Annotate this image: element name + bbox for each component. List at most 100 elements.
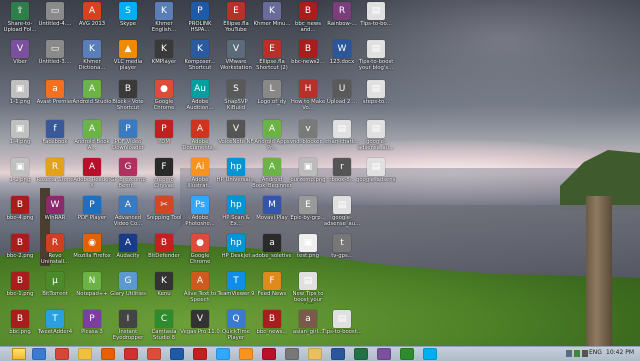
desktop-icon-label: HP Scan & Ex... (222, 215, 250, 227)
desktop-icon-label: 1-2.png (9, 177, 31, 183)
volume-icon[interactable] (582, 350, 588, 357)
taskbar-firefox-icon[interactable] (101, 348, 115, 360)
desktop-icon-label: Adobe Photosho... (185, 215, 215, 227)
desktop-app-icon: ▭ (46, 40, 64, 58)
desktop-icon-label: Tips-to-boost your blog's... (358, 59, 394, 71)
desktop-icon-label: 1-4.png (9, 139, 31, 145)
desktop-icon-label: PROLINK HSPA... (188, 21, 212, 33)
desktop-icon[interactable]: T TweetAdder4 (35, 310, 75, 346)
desktop-icon-label: bbc_news... (256, 329, 288, 335)
desktop-icon[interactable]: ▭ Untitled-3.... (35, 40, 75, 84)
taskbar-excel-icon[interactable] (354, 348, 368, 360)
taskbar-skype-icon[interactable] (423, 348, 437, 360)
desktop-icon-label: bbc-1.png (6, 291, 34, 297)
desktop-icon[interactable]: K KMPlayer (144, 40, 184, 84)
network-icon[interactable] (574, 350, 580, 357)
desktop-icon-label: Share-to-Upload Fol... (3, 21, 37, 33)
taskbar-player-icon[interactable] (170, 348, 184, 360)
desktop-icon-label: bbc-4.png (6, 215, 34, 221)
desktop-app-icon: W (333, 40, 351, 58)
desktop-icon[interactable]: ▣ 1-1.png (0, 80, 40, 124)
desktop-icon-label: TeamViewer 9 (217, 291, 255, 297)
desktop-icon[interactable]: L Logo of_dy (252, 80, 292, 124)
desktop-icon[interactable]: Q QuickTime Player (216, 310, 256, 346)
clock[interactable]: 10:42 PM (606, 349, 634, 356)
desktop-icon[interactable]: K Khmer Dictiona... (72, 40, 112, 84)
taskbar-photoshop-icon[interactable] (216, 348, 230, 360)
desktop-icon[interactable]: E Ellipse.fla Shortcut (2) (252, 40, 292, 84)
taskbar-camtasia-icon[interactable] (400, 348, 414, 360)
desktop-icon[interactable]: V Vegas Pro 11.0 (180, 310, 220, 346)
desktop-icon-label: Viber (13, 59, 27, 65)
desktop-icon[interactable]: ▤ Tips-to-boost your blog's... (356, 40, 396, 84)
taskbar-word-icon[interactable] (331, 348, 345, 360)
desktop-icon-label: HP Deskjet (221, 253, 251, 259)
desktop-icon[interactable]: V VMware Workstation (216, 40, 256, 84)
taskbar-illustrator-icon[interactable] (239, 348, 253, 360)
desktop-app-icon: P (119, 120, 137, 138)
desktop-icon-label: Khmer English... (151, 21, 177, 33)
desktop-app-icon: ▤ (333, 196, 351, 214)
desktop-icon[interactable]: ● Google Chrome (144, 80, 184, 124)
desktop-icon[interactable]: ▲ VLC media player (108, 40, 148, 84)
desktop-app-icon: F (263, 272, 281, 290)
desktop-app-icon: A (119, 196, 137, 214)
desktop-icon-label: Google Chrome (189, 253, 211, 265)
desktop-icon[interactable]: P Picasa 3 (72, 310, 112, 346)
taskbar-ie-icon[interactable] (32, 348, 46, 360)
desktop-icon[interactable]: B Block - Vote Shortcut (108, 80, 148, 124)
taskbar-folder-icon[interactable] (308, 348, 322, 360)
desktop-icon[interactable]: ▤google_adsense_au... (356, 158, 396, 202)
desktop-icon[interactable]: C Camtasia Studio 8 (144, 310, 184, 346)
desktop-app-icon: R (46, 158, 64, 176)
desktop-app-icon: P (155, 120, 173, 138)
desktop-icon-label: Alive Text to Speech (183, 291, 217, 303)
desktop-icon-label: PDF Video Downloader (112, 139, 144, 151)
flag-icon[interactable] (566, 350, 572, 357)
desktop-app-icon: ▲ (119, 40, 137, 58)
taskbar-acrobat-icon[interactable] (262, 348, 276, 360)
desktop-icon[interactable]: Bbbc_news... (252, 310, 292, 346)
desktop-icon[interactable]: V Viber (0, 40, 40, 84)
desktop-app-icon: r (333, 158, 351, 176)
desktop-icon[interactable]: I Instant Eyedropper (108, 310, 148, 346)
desktop-icon[interactable]: ▤ steps-to... (356, 80, 396, 124)
taskbar-explorer-icon[interactable] (78, 348, 92, 360)
desktop-app-icon: A (263, 158, 281, 176)
desktop-icon[interactable]: Au Adobe Audition... (180, 80, 220, 124)
desktop-app-icon: ▤ (333, 120, 351, 138)
desktop-icon[interactable]: Bbbc.png (0, 310, 40, 346)
taskbar-calc-icon[interactable] (285, 348, 299, 360)
desktop-icon-label: Rosetta Stone (36, 177, 74, 183)
taskbar-chrome-icon[interactable] (147, 348, 161, 360)
taskbar-media-icon[interactable] (124, 348, 138, 360)
desktop-app-icon: t (333, 234, 351, 252)
start-button[interactable] (12, 348, 26, 360)
language-indicator[interactable]: ENG (589, 349, 602, 356)
desktop-icon[interactable]: a Avast Premier (35, 80, 75, 124)
desktop-icon-label: Android Book_Beginner (252, 177, 292, 189)
desktop-icon-label: bbc.png (9, 329, 31, 335)
desktop-icon[interactable]: K Komposer... Shortcut (180, 40, 220, 84)
desktop-icon-label: PDM (158, 139, 170, 145)
desktop-app-icon: hp (227, 234, 245, 252)
desktop-app-icon: P (191, 2, 209, 20)
desktop-icon[interactable]: t tv-gps... (322, 234, 362, 278)
taskbar-viber-icon[interactable] (377, 348, 391, 360)
desktop-app-icon: ▣ (11, 120, 29, 138)
desktop-icon[interactable]: S SnapSVP KiBuild (216, 80, 256, 124)
taskbar-avg-icon[interactable] (193, 348, 207, 360)
desktop-app-icon: μ (46, 272, 64, 290)
taskbar-gmail-icon[interactable] (55, 348, 69, 360)
desktop-app-icon: ▣ (299, 158, 317, 176)
desktop-icon[interactable]: ▤ Tips-to-boost... (322, 310, 362, 346)
desktop-app-icon: Au (191, 80, 209, 98)
desktop-icon-label: Logo of_dy (257, 99, 287, 105)
desktop-app-icon: V (227, 120, 245, 138)
desktop-app-icon: R (333, 2, 351, 20)
desktop-app-icon: ✂ (155, 196, 173, 214)
desktop-icon-label: GP Brezcomp Bemt... (110, 177, 146, 189)
desktop-icon[interactable]: A Android Studio (72, 80, 112, 124)
wallpaper-fence-post (586, 196, 612, 346)
desktop-icon-label: Skype (120, 21, 136, 27)
